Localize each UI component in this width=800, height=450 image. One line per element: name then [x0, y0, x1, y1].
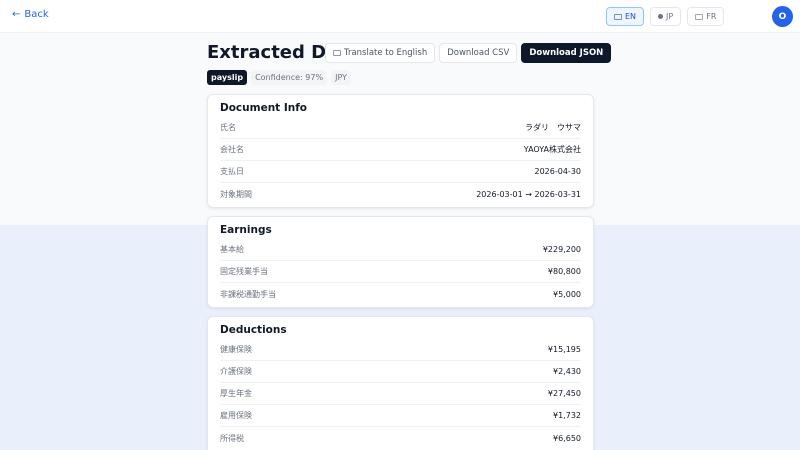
field-value: ラダリ ウサマ — [525, 123, 581, 132]
card-title: Document Info — [220, 102, 308, 114]
field-row: 対象期間 2026-03-01 → 2026-03-31 — [220, 183, 581, 205]
field-row: 健康保険 ¥15,195 — [220, 339, 581, 361]
download-csv-button[interactable]: Download CSV — [439, 43, 518, 63]
user-avatar[interactable]: O — [772, 6, 793, 27]
language-jp-button[interactable]: JP — [650, 7, 682, 26]
document-tags: payslip Confidence: 97% JPY — [207, 70, 351, 85]
document-info-card: Document Info 氏名 ラダリ ウサマ 会社名 YAOYA株式会社 支… — [207, 94, 594, 208]
card-title: Deductions — [220, 324, 287, 336]
field-key: 厚生年金 — [220, 389, 252, 398]
field-row: 氏名 ラダリ ウサマ — [220, 117, 581, 139]
top-bar: ← Back EN JP FR O — [0, 0, 800, 33]
field-value: ¥5,000 — [553, 289, 581, 299]
action-toolbar: Translate to English Download CSV Downlo… — [325, 43, 612, 63]
field-row: 介護保険 ¥2,430 — [220, 361, 581, 383]
flag-dot-icon — [658, 14, 664, 19]
field-key: 基本給 — [220, 245, 244, 254]
language-code: FR — [706, 12, 717, 21]
card-title: Earnings — [220, 224, 272, 236]
deductions-card: Deductions 健康保険 ¥15,195 介護保険 ¥2,430 厚生年金… — [207, 316, 594, 450]
back-label: Back — [24, 9, 49, 20]
field-key: 健康保険 — [220, 345, 252, 354]
field-value: ¥1,732 — [553, 411, 581, 420]
field-key: 会社名 — [220, 145, 244, 154]
field-row: 基本給 ¥229,200 — [220, 239, 581, 261]
field-key: 雇用保険 — [220, 411, 252, 420]
language-fr-button[interactable]: FR — [687, 7, 725, 26]
field-key: 支払日 — [220, 167, 244, 176]
language-code: EN — [625, 12, 637, 21]
field-value: ¥27,450 — [547, 389, 581, 398]
field-row: 会社名 YAOYA株式会社 — [220, 139, 581, 161]
download-json-button[interactable]: Download JSON — [521, 43, 612, 63]
language-en-button[interactable]: EN — [606, 7, 645, 26]
page-title: Extracted Data — [207, 42, 327, 63]
field-key: 氏名 — [220, 123, 236, 132]
field-value: ¥2,430 — [553, 367, 581, 376]
field-value: 2026-04-30 — [534, 167, 582, 176]
field-row: 支払日 2026-04-30 — [220, 161, 581, 183]
arrow-left-icon: ← — [12, 9, 21, 20]
flag-icon — [614, 13, 622, 20]
field-row: 所得税 ¥6,650 — [220, 427, 581, 449]
translate-icon — [333, 50, 341, 56]
translate-button[interactable]: Translate to English — [325, 43, 436, 63]
field-value: ¥80,800 — [547, 267, 581, 276]
translate-label: Translate to English — [344, 48, 428, 58]
field-key: 対象期間 — [220, 189, 252, 199]
currency-badge: JPY — [331, 70, 351, 85]
doc-type-badge: payslip — [207, 70, 248, 85]
field-key: 固定残業手当 — [220, 267, 268, 276]
confidence-badge: Confidence: 97% — [251, 70, 328, 85]
flag-icon — [695, 13, 704, 20]
field-value: ¥6,650 — [553, 433, 581, 443]
field-value: ¥229,200 — [542, 245, 581, 254]
field-key: 非課税通勤手当 — [220, 289, 276, 299]
language-code: JP — [666, 12, 674, 21]
earnings-card: Earnings 基本給 ¥229,200 固定残業手当 ¥80,800 非課税… — [207, 216, 594, 308]
field-row: 非課税通勤手当 ¥5,000 — [220, 283, 581, 305]
field-key: 所得税 — [220, 433, 244, 443]
field-value: ¥15,195 — [547, 345, 581, 354]
language-switcher: EN JP FR — [606, 7, 725, 26]
field-row: 固定残業手当 ¥80,800 — [220, 261, 581, 283]
field-value: YAOYA株式会社 — [523, 145, 581, 154]
field-key: 介護保険 — [220, 367, 252, 376]
field-row: 雇用保険 ¥1,732 — [220, 405, 581, 427]
field-row: 厚生年金 ¥27,450 — [220, 383, 581, 405]
field-value: 2026-03-01 → 2026-03-31 — [476, 189, 581, 199]
back-link[interactable]: ← Back — [12, 9, 49, 20]
